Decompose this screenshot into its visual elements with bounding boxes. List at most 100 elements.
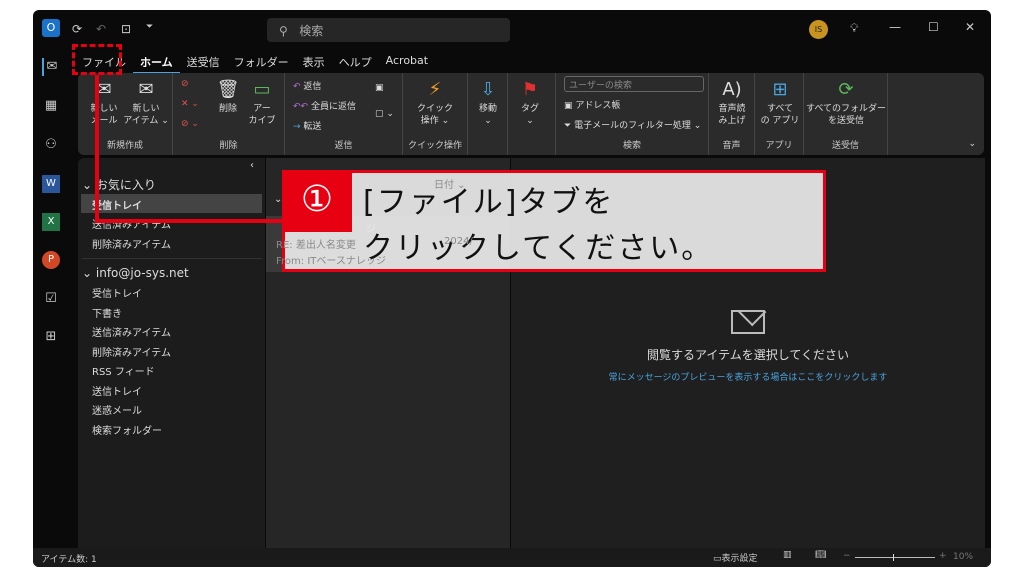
folder-item[interactable]: 検索フォルダー bbox=[92, 422, 162, 437]
excel-icon[interactable]: X bbox=[42, 213, 60, 231]
group-label: クイック操作 bbox=[407, 141, 462, 151]
status-bar: アイテム数: 1 ▭表示設定 ▥ 📖︎ − + 10% bbox=[33, 548, 991, 567]
folder-deleted-favorite[interactable]: 削除済みアイテム bbox=[92, 236, 171, 251]
reading-view-icon[interactable]: 📖︎ bbox=[815, 550, 826, 560]
account-header[interactable]: ⌄ info@jo-sys.net bbox=[82, 266, 189, 280]
search-box[interactable]: ⚲ 検索 bbox=[267, 18, 510, 42]
group-label: アプリ bbox=[765, 141, 793, 151]
all-apps-button[interactable]: ⊞ すべて の アプリ bbox=[759, 79, 801, 127]
avatar[interactable]: IS bbox=[809, 20, 828, 39]
folder-item[interactable]: 下書き bbox=[92, 305, 122, 320]
favorites-header[interactable]: ⌄ お気に入り bbox=[82, 176, 156, 193]
display-settings-icon: ▭ bbox=[713, 554, 722, 564]
callout-line-1: [ファイル]タブを bbox=[363, 185, 615, 220]
mail-icon[interactable]: ✉ bbox=[42, 58, 60, 76]
reply-button[interactable]: ↶ 返信 bbox=[293, 79, 321, 92]
message-from: From: ITベースナレッジ bbox=[276, 256, 386, 267]
group-tags: ⚑ タグ ⌄ bbox=[508, 73, 556, 155]
move-button[interactable]: ⇩ 移動 ⌄ bbox=[472, 79, 504, 127]
folder-item[interactable]: 受信トレイ bbox=[92, 285, 142, 300]
meeting-icon[interactable]: ▣ bbox=[375, 83, 384, 93]
quick-steps-button[interactable]: ⚡︎ クイック 操作 ⌄ bbox=[409, 79, 461, 127]
folder-item[interactable]: 送信トレイ bbox=[92, 383, 142, 398]
forward-button[interactable]: → 転送 bbox=[293, 119, 321, 132]
junk-icon[interactable]: ⊘ ⌄ bbox=[181, 119, 199, 129]
undo-icon[interactable]: ↶ bbox=[96, 22, 106, 36]
calendar-icon[interactable]: ▦ bbox=[42, 97, 60, 115]
sort-by-date[interactable]: 日付 ⌄ bbox=[434, 176, 466, 191]
new-item-button[interactable]: ✉ 新しい アイテム ⌄ bbox=[122, 79, 170, 127]
folder-item[interactable]: 迷惑メール bbox=[92, 402, 142, 417]
new-mail-icon: ✉ bbox=[96, 79, 112, 100]
zoom-in-icon[interactable]: + bbox=[939, 551, 947, 561]
folder-item[interactable]: 送信済みアイテム bbox=[92, 324, 171, 339]
lightning-icon: ⚡︎ bbox=[428, 79, 442, 100]
cleanup-icon[interactable]: ✕ ⌄ bbox=[181, 99, 199, 109]
address-book-button[interactable]: ▣ アドレス帳 bbox=[564, 98, 620, 111]
new-mail-button[interactable]: ✉ 新しい メール bbox=[86, 79, 122, 127]
message-subject: RE: 差出人名変更 bbox=[276, 240, 356, 251]
normal-view-icon[interactable]: ▥ bbox=[783, 550, 792, 560]
more-respond-icon[interactable]: ▢ ⌄ bbox=[375, 109, 394, 119]
group-send-receive: ⟳ すべてのフォルダー を送受信 送受信 bbox=[804, 73, 888, 155]
folder-inbox-favorite[interactable]: 受信トレイ bbox=[81, 194, 262, 213]
folder-item[interactable]: RSS フィード bbox=[92, 363, 155, 378]
item-count: アイテム数: 1 bbox=[41, 555, 97, 565]
collapse-pane-icon[interactable]: ‹ bbox=[250, 160, 254, 171]
tags-button[interactable]: ⚑ タグ ⌄ bbox=[514, 79, 546, 127]
tab-home[interactable]: ホーム bbox=[133, 52, 180, 74]
reply-all-icon: ↶↶ bbox=[293, 102, 309, 112]
search-icon: ⚲ bbox=[279, 24, 288, 38]
minimize-icon[interactable]: — bbox=[889, 20, 901, 34]
sync-icon[interactable]: ⟳ bbox=[72, 22, 82, 36]
folder-item[interactable]: 削除済みアイテム bbox=[92, 344, 171, 359]
todo-icon[interactable]: ☑ bbox=[42, 290, 60, 308]
zoom-slider[interactable] bbox=[855, 554, 935, 561]
group-delete: ⊘ ✕ ⌄ ⊘ ⌄ 🗑︎ 削除 ▭ アー カイブ 削除 bbox=[173, 73, 285, 155]
tab-view[interactable]: 表示 bbox=[296, 52, 332, 74]
apps-icon[interactable]: ⊞ bbox=[42, 328, 60, 346]
delete-button[interactable]: 🗑︎ 削除 bbox=[213, 79, 243, 115]
new-item-icon: ✉ bbox=[138, 79, 154, 100]
tab-send-receive[interactable]: 送受信 bbox=[180, 52, 227, 74]
zoom-level: 10% bbox=[953, 552, 974, 562]
tab-acrobat[interactable]: Acrobat bbox=[379, 52, 435, 74]
outlook-window: O ✉ ▦ ⚇ W X P ☑ ⊞ ⟳ ↶ ⊡ ⏷ ⚲ 検索 IS 💡︎ — ☐… bbox=[33, 10, 991, 567]
address-book-icon: ▣ bbox=[564, 101, 573, 111]
filter-email-button[interactable]: ⏷ 電子メールのフィルター処理 ⌄ bbox=[564, 118, 701, 131]
archive-button[interactable]: ▭ アー カイブ bbox=[245, 79, 279, 127]
ribbon: ✉ 新しい メール ✉ 新しい アイテム ⌄ 新規作成 ⊘ ✕ ⌄ ⊘ ⌄ 🗑︎ 削除… bbox=[78, 73, 984, 155]
tab-folder[interactable]: フォルダー bbox=[227, 52, 296, 74]
customize-icon[interactable]: ⏷ bbox=[146, 22, 153, 32]
group-apps: ⊞ すべて の アプリ アプリ bbox=[755, 73, 804, 155]
group-label: 返信 bbox=[334, 141, 353, 151]
ribbon-expand-icon[interactable]: ⌄ bbox=[968, 139, 976, 149]
close-icon[interactable]: ✕ bbox=[965, 20, 975, 34]
lightbulb-icon[interactable]: 💡︎ bbox=[850, 21, 858, 36]
group-label: 送受信 bbox=[831, 141, 859, 151]
people-icon[interactable]: ⚇ bbox=[42, 136, 60, 154]
send-receive-all-button[interactable]: ⟳ すべてのフォルダー を送受信 bbox=[806, 79, 886, 127]
people-search-input[interactable]: ユーザーの検索 bbox=[564, 76, 704, 92]
window-icon[interactable]: ⊡ bbox=[121, 22, 131, 36]
preview-always-link[interactable]: 常にメッセージのプレビューを表示する場合はここをクリックします bbox=[511, 370, 985, 383]
outlook-logo-icon: O bbox=[42, 19, 60, 37]
move-folder-icon: ⇩ bbox=[480, 79, 496, 100]
tab-help[interactable]: ヘルプ bbox=[332, 52, 379, 74]
ignore-icon[interactable]: ⊘ bbox=[181, 79, 189, 89]
word-icon[interactable]: W bbox=[42, 175, 60, 193]
zoom-out-icon[interactable]: − bbox=[843, 551, 851, 561]
flag-icon: ⚑ bbox=[521, 79, 539, 100]
filter-icon: ⏷ bbox=[564, 121, 572, 131]
group-label: 音声 bbox=[722, 141, 741, 151]
maximize-icon[interactable]: ☐ bbox=[928, 20, 939, 34]
display-settings-button[interactable]: ▭表示設定 bbox=[713, 551, 758, 564]
group-label: 検索 bbox=[622, 141, 641, 151]
folder-pane: ‹ ⌄ お気に入り 受信トレイ 送信済みアイテム 削除済みアイテム ⌄ info… bbox=[78, 158, 265, 548]
callout-line-2: クリックしてください。 bbox=[363, 231, 714, 266]
reply-all-button[interactable]: ↶↶ 全員に返信 bbox=[293, 99, 356, 112]
read-aloud-button[interactable]: A) 音声読 み上げ bbox=[713, 79, 751, 127]
annotation-line-horizontal bbox=[95, 219, 283, 223]
group-label: 新規作成 bbox=[106, 141, 143, 151]
powerpoint-icon[interactable]: P bbox=[42, 251, 60, 269]
